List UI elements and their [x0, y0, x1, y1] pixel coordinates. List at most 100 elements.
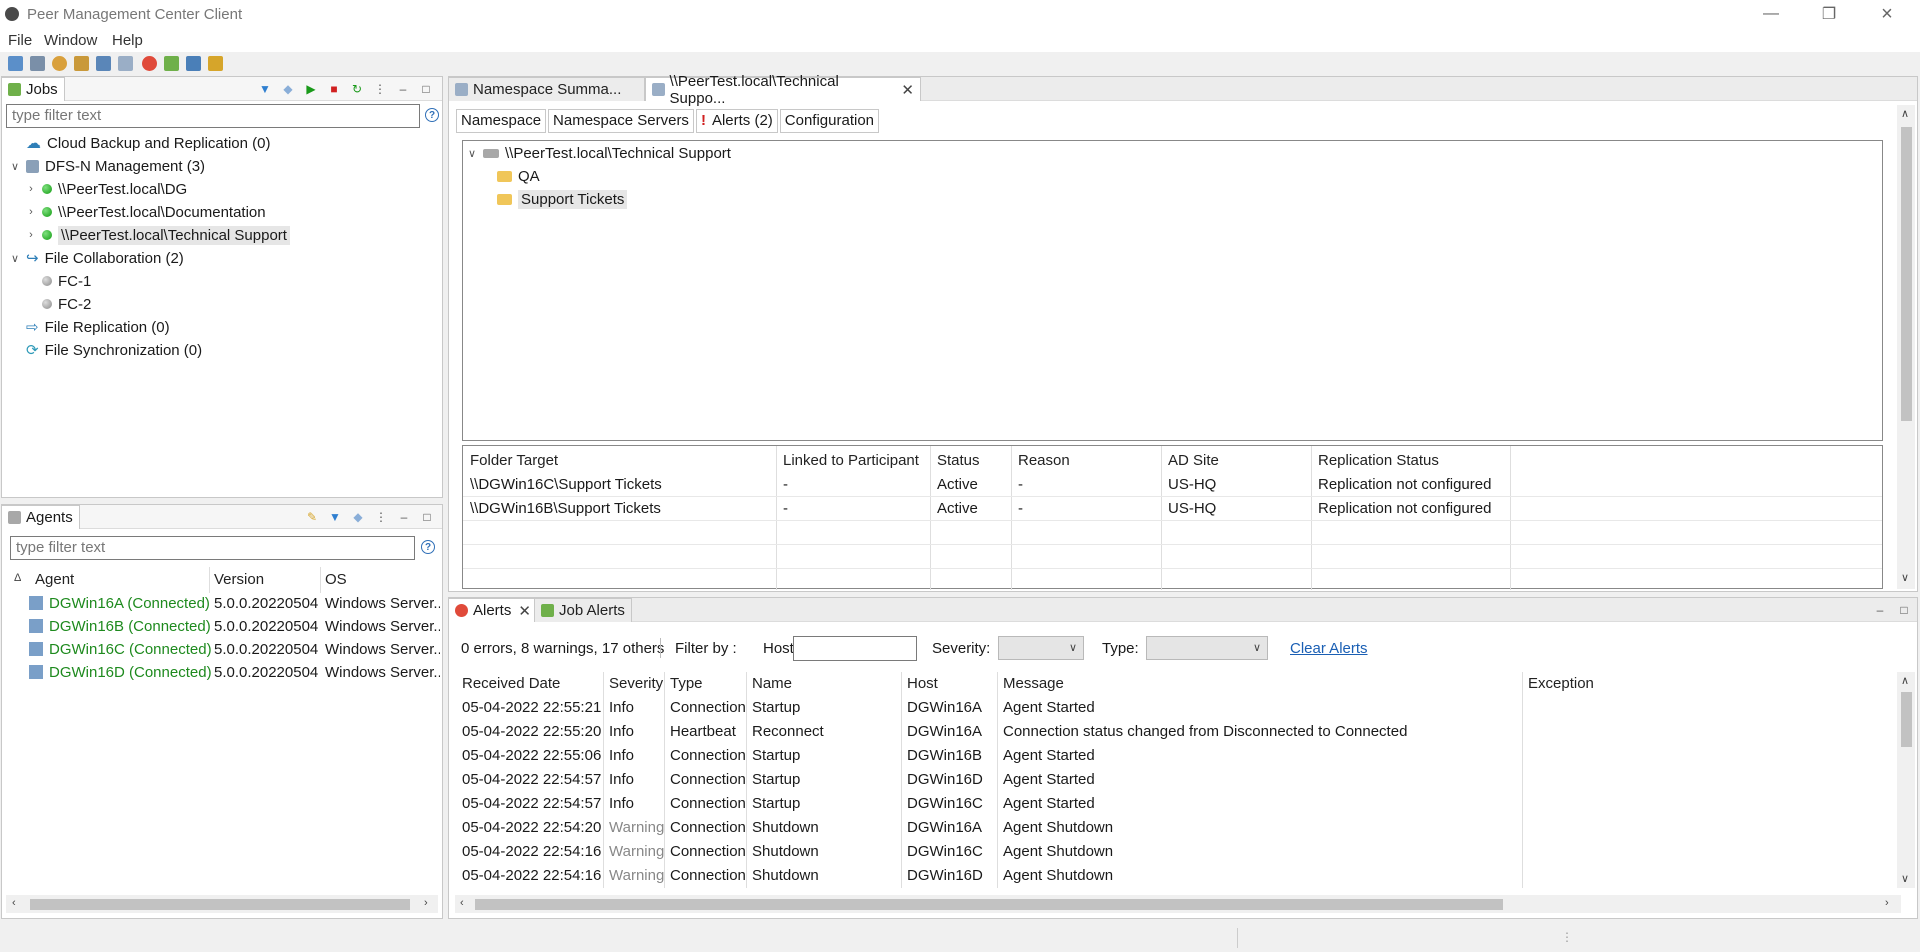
scroll-down-icon[interactable]: ∨ — [1901, 872, 1909, 885]
scroll-up-icon[interactable]: ∧ — [1901, 674, 1909, 687]
maximize-panel-icon[interactable]: □ — [1898, 604, 1910, 616]
editor-vscrollbar[interactable]: ∧ ∨ — [1897, 105, 1915, 589]
scroll-right-icon[interactable]: › — [424, 897, 428, 909]
minimize-panel-icon[interactable]: – — [398, 511, 410, 523]
chart-icon[interactable] — [52, 56, 67, 71]
col-os[interactable]: OS — [325, 571, 347, 588]
tree-item-dg[interactable]: › \\PeerTest.local\DG — [26, 178, 187, 200]
chevron-down-icon[interactable]: ∨ — [10, 252, 20, 265]
menu-help[interactable]: Help — [112, 32, 143, 49]
severity-select[interactable]: ∨ — [998, 636, 1084, 660]
tree-item-fc2[interactable]: FC-2 — [42, 293, 91, 315]
tree-item-fc1[interactable]: FC-1 — [42, 270, 91, 292]
col-ad-site[interactable]: AD Site — [1168, 452, 1219, 469]
tag-icon[interactable] — [118, 56, 133, 71]
close-icon[interactable]: × — [1858, 0, 1916, 28]
col-replication-status[interactable]: Replication Status — [1318, 452, 1439, 469]
ns-root[interactable]: ∨ \\PeerTest.local\Technical Support — [467, 142, 731, 164]
col-name[interactable]: Name — [752, 675, 792, 692]
chevron-right-icon[interactable]: › — [26, 183, 36, 195]
properties-icon[interactable] — [30, 56, 45, 71]
col-version[interactable]: Version — [214, 571, 264, 588]
col-status[interactable]: Status — [937, 452, 980, 469]
maximize-panel-icon[interactable]: □ — [421, 511, 433, 523]
col-folder-target[interactable]: Folder Target — [470, 452, 558, 469]
scroll-down-icon[interactable]: ∨ — [1901, 571, 1909, 584]
col-linked[interactable]: Linked to Participant — [783, 452, 919, 469]
col-host[interactable]: Host — [907, 675, 938, 692]
view-menu-icon[interactable]: ⋮ — [375, 511, 387, 523]
close-tab-icon[interactable]: ✕ — [518, 602, 531, 620]
scroll-left-icon[interactable]: ‹ — [12, 897, 16, 909]
tree-item-documentation[interactable]: › \\PeerTest.local\Documentation — [26, 201, 265, 223]
restore-icon[interactable]: ❐ — [1800, 0, 1858, 28]
agents-filter-input[interactable]: type filter text — [10, 536, 415, 560]
network-icon[interactable] — [96, 56, 111, 71]
agent-icon[interactable] — [164, 56, 179, 71]
menu-file[interactable]: File — [8, 32, 32, 49]
tree-item-dfsn-management[interactable]: ∨ DFS-N Management (3) — [10, 155, 205, 177]
col-type[interactable]: Type — [670, 675, 703, 692]
chevron-right-icon[interactable]: › — [26, 206, 36, 218]
tab-alerts[interactable]: Alerts ✕ — [449, 598, 538, 622]
minimize-panel-icon[interactable]: – — [397, 83, 409, 95]
col-reason[interactable]: Reason — [1018, 452, 1070, 469]
col-severity[interactable]: Severity — [609, 675, 663, 692]
refresh-icon[interactable]: ↻ — [351, 83, 363, 95]
tab-job-alerts[interactable]: Job Alerts — [534, 598, 632, 622]
col-received-date[interactable]: Received Date — [462, 675, 560, 692]
new-job-icon[interactable] — [8, 56, 23, 71]
tab-agents[interactable]: Agents — [2, 505, 80, 529]
tab-technical-support[interactable]: \\PeerTest.local\Technical Suppo... ✕ — [645, 73, 921, 107]
chevron-down-icon[interactable]: ∨ — [10, 160, 20, 173]
scroll-right-icon[interactable]: › — [1885, 897, 1889, 909]
tag-icon[interactable]: ◆ — [282, 83, 294, 95]
check-icon[interactable] — [186, 56, 201, 71]
start-icon[interactable]: ▶ — [305, 83, 317, 95]
scroll-up-icon[interactable]: ∧ — [1901, 107, 1909, 120]
alert-icon[interactable] — [142, 56, 157, 71]
help-icon[interactable]: ? — [425, 108, 439, 122]
alerts-vscrollbar[interactable]: ∧ ∨ — [1897, 672, 1915, 888]
agents-hscrollbar[interactable]: ‹ › — [6, 895, 438, 913]
view-menu-icon[interactable]: ⋮ — [374, 83, 386, 95]
ns-folder-qa[interactable]: QA — [497, 165, 540, 187]
close-tab-icon[interactable]: ✕ — [901, 81, 914, 99]
tab-jobs[interactable]: Jobs — [2, 77, 65, 101]
type-select[interactable]: ∨ — [1146, 636, 1268, 660]
minimize-panel-icon[interactable]: – — [1874, 604, 1886, 616]
sort-asc-icon[interactable]: Δ — [14, 572, 21, 584]
chevron-right-icon[interactable]: › — [26, 229, 36, 241]
tag-icon[interactable]: ◆ — [352, 511, 364, 523]
filter-icon[interactable]: ▼ — [329, 511, 341, 523]
alerts-hscrollbar[interactable]: ‹ › — [455, 895, 1901, 913]
minimize-icon[interactable]: — — [1742, 0, 1800, 28]
tree-item-file-replication[interactable]: ⇨ File Replication (0) — [10, 316, 170, 338]
col-message[interactable]: Message — [1003, 675, 1064, 692]
scroll-left-icon[interactable]: ‹ — [460, 897, 464, 909]
jobs-filter-input[interactable]: type filter text — [6, 104, 420, 128]
edit-icon[interactable]: ✎ — [306, 511, 318, 523]
col-exception[interactable]: Exception — [1528, 675, 1594, 692]
subtab-configuration[interactable]: Configuration — [779, 109, 880, 133]
tree-item-file-collaboration[interactable]: ∨ ↪ File Collaboration (2) — [10, 247, 184, 269]
tree-item-file-synchronization[interactable]: ⟳ File Synchronization (0) — [10, 339, 202, 361]
tree-item-cloud-backup[interactable]: ☁ Cloud Backup and Replication (0) — [10, 132, 270, 154]
clear-alerts-link[interactable]: Clear Alerts — [1290, 640, 1368, 657]
col-agent[interactable]: Agent — [35, 571, 74, 588]
tree-item-technical-support[interactable]: › \\PeerTest.local\Technical Support — [26, 224, 290, 246]
subtab-alerts[interactable]: ! Alerts (2) — [695, 109, 778, 133]
stop-icon[interactable]: ■ — [328, 83, 340, 95]
subtab-namespace[interactable]: Namespace — [456, 109, 547, 133]
ns-folder-support-tickets[interactable]: Support Tickets — [497, 188, 628, 210]
sync-icon[interactable] — [208, 56, 223, 71]
chevron-down-icon[interactable]: ∨ — [467, 147, 477, 160]
subtab-namespace-servers[interactable]: Namespace Servers — [548, 109, 694, 133]
folder-icon[interactable] — [74, 56, 89, 71]
maximize-panel-icon[interactable]: □ — [420, 83, 432, 95]
tab-namespace-summary[interactable]: Namespace Summa... — [449, 77, 645, 101]
help-icon[interactable]: ? — [421, 540, 435, 554]
filter-icon[interactable]: ▼ — [259, 83, 271, 95]
host-input[interactable] — [793, 636, 917, 661]
menu-window[interactable]: Window — [44, 32, 97, 49]
